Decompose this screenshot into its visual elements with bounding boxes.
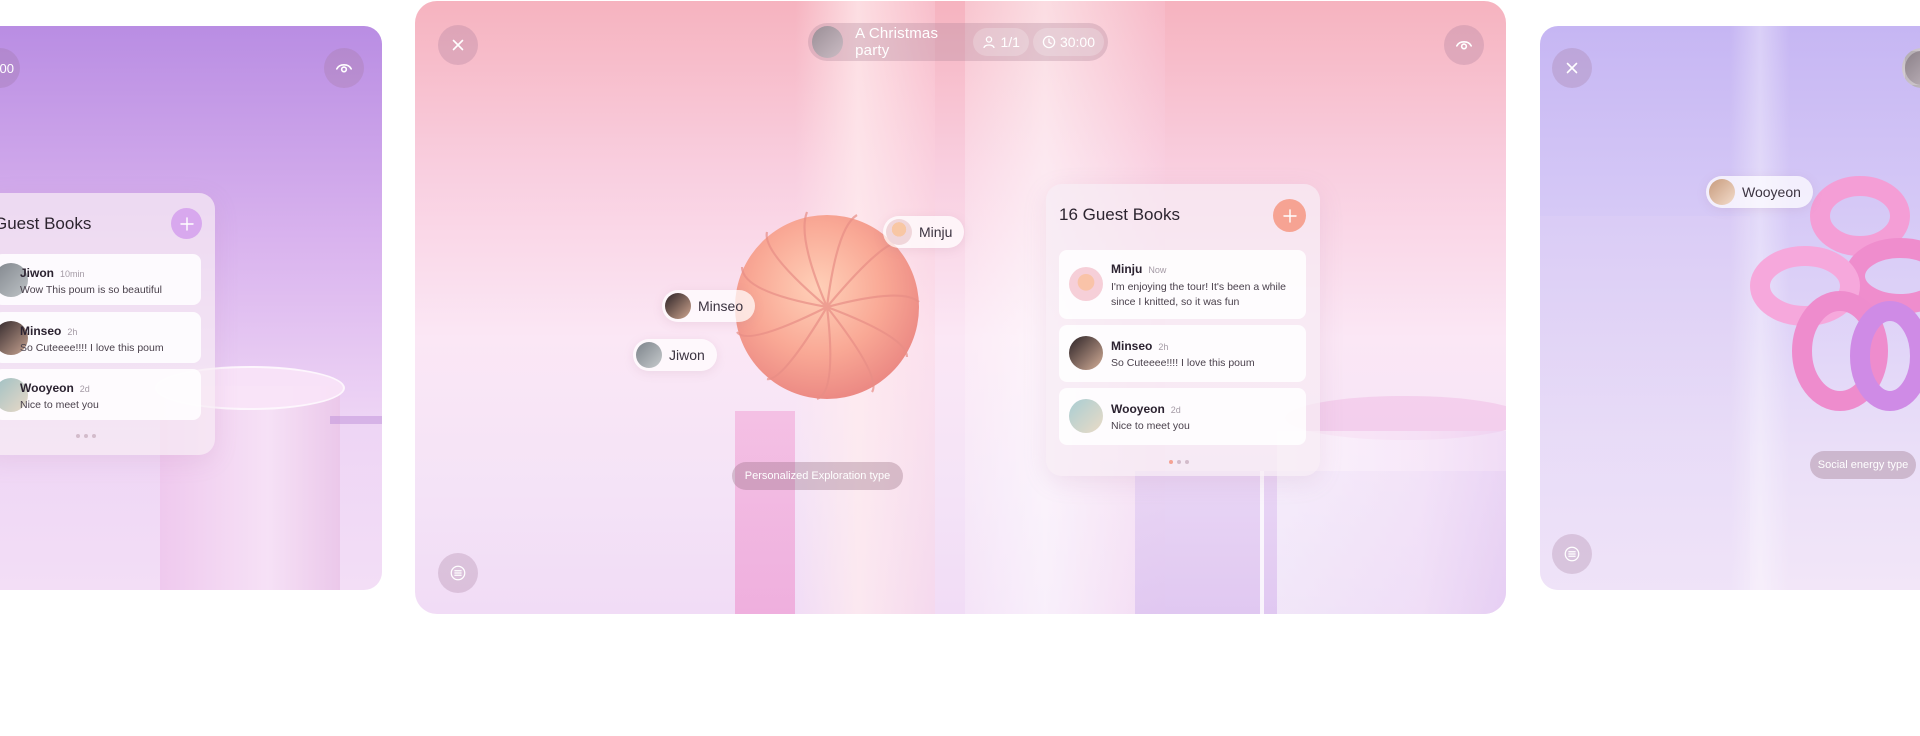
right-menu-button[interactable]	[1552, 534, 1592, 574]
comment-item: Wooyeon 2d Nice to meet you	[1059, 388, 1306, 445]
comment-author: Minju	[1111, 262, 1143, 276]
name-tag-label: Jiwon	[669, 347, 705, 363]
name-tag-label: Minju	[919, 224, 953, 240]
comment-author: Jiwon	[20, 266, 55, 280]
comment-author: Wooyeon	[1111, 402, 1165, 416]
timer-value: 30:00	[1059, 34, 1095, 50]
left-timer-fragment: 00	[0, 48, 20, 88]
comment-time: 2h	[67, 327, 78, 337]
menu-button[interactable]	[438, 553, 478, 593]
comment-text: Wow This poum is so beautiful	[20, 284, 163, 296]
host-avatar	[812, 26, 844, 58]
guest-book-card: 16 Guest Books Minju Now I'm enjoying the…	[1046, 184, 1320, 476]
comment-author: Minseo	[20, 324, 62, 338]
close-icon	[452, 39, 464, 51]
avatar	[1069, 267, 1103, 301]
eye-icon	[1455, 41, 1473, 50]
ring-flower-object[interactable]	[1740, 176, 1920, 436]
name-tag-minju[interactable]: Minju	[883, 216, 965, 248]
comment-text: I'm enjoying the tour! It's been a while…	[1111, 281, 1287, 308]
comment-author: Minseo	[1111, 339, 1153, 353]
comment-time: Now	[1148, 265, 1167, 275]
name-tag-label: Wooyeon	[1742, 184, 1801, 200]
left-add-guest-book-button[interactable]	[171, 208, 202, 239]
left-comment-item: Minseo 2h So Cuteeee!!!! I love this poum	[0, 312, 201, 363]
plus-icon	[1282, 208, 1297, 223]
avatar	[665, 293, 691, 319]
view-button[interactable]	[1444, 25, 1484, 65]
left-preview-panel[interactable]: 00 Guest Books Jiwon 10min Wow This poum …	[0, 26, 382, 590]
right-preview-panel[interactable]: Wooyeon Social energy type	[1540, 26, 1920, 590]
name-tag-jiwon[interactable]: Jiwon	[633, 339, 717, 371]
name-tag-wooyeon[interactable]: Wooyeon	[1706, 176, 1813, 208]
comment-time: 2d	[1170, 405, 1181, 415]
comment-text: So Cuteeee!!!! I love this poum	[1111, 357, 1255, 369]
comment-text: So Cuteeee!!!! I love this poum	[20, 342, 164, 354]
close-button[interactable]	[438, 25, 478, 65]
left-comment-item: Wooyeon 2d Nice to meet you	[0, 369, 201, 420]
room-header: A Christmas party 1/1 30:00	[808, 23, 1108, 61]
right-close-button[interactable]	[1552, 48, 1592, 88]
center-main-panel[interactable]: A Christmas party 1/1 30:00 Minju Minseo…	[415, 1, 1506, 614]
comment-time: 10min	[60, 269, 85, 279]
left-guest-book-card: Guest Books Jiwon 10min Wow This poum is …	[0, 193, 215, 455]
avatar	[1069, 399, 1103, 433]
comment-text: Nice to meet you	[1111, 420, 1190, 432]
user-icon	[983, 36, 996, 49]
comment-author: Wooyeon	[20, 381, 74, 395]
comment-time: 2d	[79, 384, 90, 394]
timer-chip: 30:00	[1032, 28, 1104, 56]
clock-icon	[1042, 35, 1056, 49]
right-host-avatar	[1902, 48, 1920, 88]
left-pagination-dots[interactable]	[76, 434, 96, 438]
avatar	[1709, 179, 1735, 205]
guest-book-title: 16 Guest Books	[1059, 205, 1180, 224]
plus-icon	[179, 216, 194, 231]
exploration-type-label: Personalized Exploration type	[732, 462, 903, 490]
left-comment-item: Jiwon 10min Wow This poum is so beautiful	[0, 254, 201, 305]
name-tag-minseo[interactable]: Minseo	[662, 290, 756, 322]
avatar	[636, 342, 662, 368]
avatar	[1069, 336, 1103, 370]
menu-icon	[450, 565, 466, 581]
avatar	[886, 219, 912, 245]
comment-item: Minju Now I'm enjoying the tour! It's bee…	[1059, 250, 1306, 319]
social-energy-type-label: Social energy type	[1810, 451, 1916, 479]
center-scenery	[415, 1, 1506, 614]
eye-icon	[335, 64, 353, 73]
name-tag-label: Minseo	[698, 298, 744, 314]
left-view-button[interactable]	[324, 48, 364, 88]
close-icon	[1566, 62, 1578, 74]
menu-icon	[1564, 546, 1580, 562]
comment-text: Nice to meet you	[20, 399, 99, 411]
pagination-dots[interactable]	[1169, 460, 1189, 464]
participants-chip[interactable]: 1/1	[973, 28, 1029, 56]
comment-time: 2h	[1158, 342, 1169, 352]
left-guest-book-title: Guest Books	[0, 214, 92, 233]
room-title: A Christmas party	[855, 25, 939, 59]
comment-item: Minseo 2h So Cuteeee!!!! I love this poum	[1059, 325, 1306, 382]
participants-count: 1/1	[1000, 34, 1020, 50]
add-guest-book-button[interactable]	[1273, 199, 1306, 232]
